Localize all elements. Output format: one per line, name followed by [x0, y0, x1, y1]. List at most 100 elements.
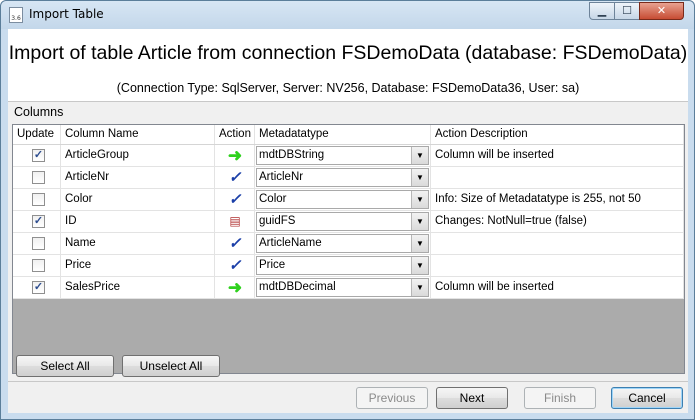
chevron-down-icon[interactable]: ▼	[411, 257, 428, 274]
column-name-cell[interactable]: ID	[61, 211, 215, 232]
maximize-button[interactable]: ☐	[614, 2, 640, 20]
update-checkbox[interactable]	[32, 171, 45, 184]
metadatatype-select[interactable]: ArticleName ▼	[256, 234, 429, 253]
metadatatype-select[interactable]: mdtDBDecimal ▼	[256, 278, 429, 297]
header-action[interactable]: Action	[215, 125, 255, 144]
blue-check-icon: ✓	[228, 169, 242, 186]
header-action-description[interactable]: Action Description	[431, 125, 684, 144]
table-row[interactable]: ✓ SalesPrice ➜ mdtDBDecimal ▼ Column will be …	[13, 277, 684, 299]
update-checkbox[interactable]	[32, 237, 45, 250]
cancel-button[interactable]: Cancel	[611, 387, 683, 409]
metadatatype-select[interactable]: guidFS ▼	[256, 212, 429, 231]
update-checkbox[interactable]: ✓	[32, 281, 45, 294]
green-arrow-icon: ➜	[227, 146, 243, 165]
header-metadatatype[interactable]: Metadatatype	[255, 125, 431, 144]
header-update[interactable]: Update	[13, 125, 61, 144]
columns-label: Columns	[14, 105, 64, 119]
metadatatype-cell: Color ▼	[255, 189, 431, 210]
action-cell: ✓	[215, 189, 255, 210]
window-title: Import Table	[29, 7, 104, 21]
action-cell: ➜	[215, 277, 255, 298]
update-cell	[13, 233, 61, 254]
minimize-button[interactable]: ▁	[589, 2, 615, 20]
action-description-cell	[431, 167, 684, 188]
header-panel: Import of table Article from connection …	[8, 29, 688, 102]
metadatatype-value: ArticleNr	[259, 171, 304, 183]
metadatatype-cell: ArticleName ▼	[255, 233, 431, 254]
header-column-name[interactable]: Column Name	[61, 125, 215, 144]
update-checkbox[interactable]: ✓	[32, 149, 45, 162]
metadatatype-select[interactable]: Price ▼	[256, 256, 429, 275]
previous-button[interactable]: Previous	[356, 387, 428, 409]
blue-check-icon: ✓	[228, 257, 242, 274]
metadatatype-value: ArticleName	[259, 237, 322, 249]
metadatatype-select[interactable]: mdtDBString ▼	[256, 146, 429, 165]
select-all-button[interactable]: Select All	[16, 355, 114, 377]
finish-button[interactable]: Finish	[524, 387, 596, 409]
update-cell: ✓	[13, 145, 61, 166]
update-cell	[13, 255, 61, 276]
update-checkbox[interactable]	[32, 193, 45, 206]
chevron-down-icon[interactable]: ▼	[411, 279, 428, 296]
action-cell: ✓	[215, 255, 255, 276]
action-description-cell: Column will be inserted	[431, 145, 684, 166]
table-row[interactable]: Name ✓ ArticleName ▼	[13, 233, 684, 255]
metadatatype-cell: mdtDBString ▼	[255, 145, 431, 166]
next-button[interactable]: Next	[436, 387, 508, 409]
chevron-down-icon[interactable]: ▼	[411, 235, 428, 252]
update-cell	[13, 167, 61, 188]
metadatatype-select[interactable]: ArticleNr ▼	[256, 168, 429, 187]
blue-check-icon: ✓	[228, 191, 242, 208]
chevron-down-icon[interactable]: ▼	[411, 169, 428, 186]
import-table-window: 3.6 Import Table ▁ ☐ ✕ Import of table A…	[0, 0, 695, 420]
column-name-cell[interactable]: Color	[61, 189, 215, 210]
metadatatype-select[interactable]: Color ▼	[256, 190, 429, 209]
metadatatype-cell: mdtDBDecimal ▼	[255, 277, 431, 298]
footer-separator	[8, 381, 688, 382]
column-name-cell[interactable]: Name	[61, 233, 215, 254]
metadatatype-cell: ArticleNr ▼	[255, 167, 431, 188]
action-description-cell	[431, 255, 684, 276]
metadatatype-value: Color	[259, 193, 287, 205]
action-description-cell: Changes: NotNull=true (false)	[431, 211, 684, 232]
action-description-cell: Info: Size of Metadatatype is 255, not 5…	[431, 189, 684, 210]
title-bar[interactable]: 3.6 Import Table ▁ ☐ ✕	[1, 1, 694, 29]
column-name-cell[interactable]: Price	[61, 255, 215, 276]
document-icon: ▤	[229, 214, 241, 228]
table-row[interactable]: ArticleNr ✓ ArticleNr ▼	[13, 167, 684, 189]
dialog-body: Import of table Article from connection …	[8, 29, 688, 413]
action-cell: ✓	[215, 233, 255, 254]
metadatatype-value: mdtDBString	[259, 149, 325, 161]
metadatatype-value: guidFS	[259, 215, 296, 227]
metadatatype-cell: guidFS ▼	[255, 211, 431, 232]
close-button[interactable]: ✕	[639, 2, 684, 20]
table-row[interactable]: Color ✓ Color ▼ Info: Size of Metadatatype i…	[13, 189, 684, 211]
action-cell: ✓	[215, 167, 255, 188]
blue-check-icon: ✓	[228, 235, 242, 252]
action-cell: ➜	[215, 145, 255, 166]
column-name-cell[interactable]: ArticleGroup	[61, 145, 215, 166]
update-cell	[13, 189, 61, 210]
update-checkbox[interactable]	[32, 259, 45, 272]
column-name-cell[interactable]: ArticleNr	[61, 167, 215, 188]
chevron-down-icon[interactable]: ▼	[411, 191, 428, 208]
metadatatype-value: Price	[259, 259, 286, 271]
green-arrow-icon: ➜	[227, 278, 243, 297]
chevron-down-icon[interactable]: ▼	[411, 213, 428, 230]
table-row[interactable]: ✓ ArticleGroup ➜ mdtDBString ▼ Column will be…	[13, 145, 684, 167]
metadatatype-cell: Price ▼	[255, 255, 431, 276]
columns-grid[interactable]: Update Column Name Action Metadatatype A…	[12, 124, 685, 374]
column-name-cell[interactable]: SalesPrice	[61, 277, 215, 298]
update-cell: ✓	[13, 277, 61, 298]
unselect-all-button[interactable]: Unselect All	[122, 355, 220, 377]
table-row[interactable]: Price ✓ Price ▼	[13, 255, 684, 277]
update-checkbox[interactable]: ✓	[32, 215, 45, 228]
connection-info: (Connection Type: SqlServer, Server: NV2…	[116, 81, 580, 95]
metadatatype-value: mdtDBDecimal	[259, 281, 336, 293]
app-icon: 3.6	[9, 7, 23, 23]
table-row[interactable]: ✓ ID ▤ guidFS ▼ Changes: NotNull=true (false)	[13, 211, 684, 233]
chevron-down-icon[interactable]: ▼	[411, 147, 428, 164]
page-title: Import of table Article from connection …	[8, 42, 688, 64]
update-cell: ✓	[13, 211, 61, 232]
action-cell: ▤	[215, 211, 255, 232]
